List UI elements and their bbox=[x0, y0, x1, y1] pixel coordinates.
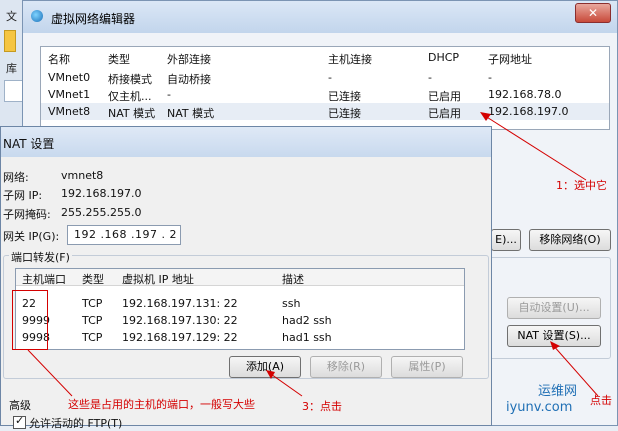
annotation-select-it: 1：选中它 bbox=[556, 179, 607, 192]
watermark-logo: 运维网 iyunv.com bbox=[500, 378, 610, 422]
watermark-text-en: iyunv.com bbox=[506, 400, 573, 415]
annotation-step3: 3：点击 bbox=[302, 400, 342, 413]
arrow-ports-line bbox=[27, 349, 73, 397]
arrow-select-line bbox=[481, 113, 587, 181]
arrow-add-head bbox=[266, 370, 275, 379]
annotation-ports-note: 这些是占用的主机的端口，一般写大些 bbox=[68, 398, 255, 411]
arrow-add-line bbox=[267, 371, 303, 397]
arrow-select-head bbox=[480, 112, 491, 121]
arrow-nat-head bbox=[550, 341, 560, 350]
watermark-text-cn: 运维网 bbox=[538, 384, 578, 399]
annotation-arrows bbox=[27, 112, 599, 397]
